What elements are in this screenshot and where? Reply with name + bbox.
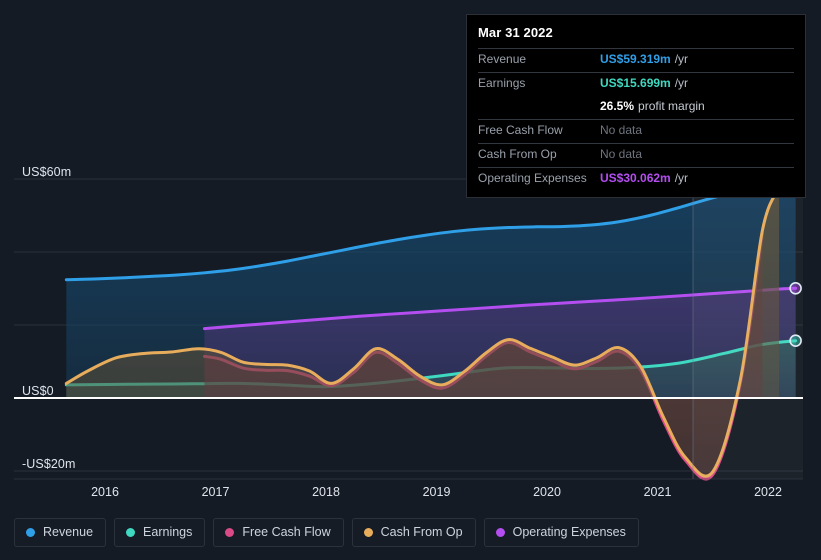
x-axis-label: 2017 bbox=[201, 485, 230, 499]
legend-color-dot-icon bbox=[26, 528, 35, 537]
legend-item-label: Cash From Op bbox=[380, 525, 463, 539]
legend-item-revenue[interactable]: Revenue bbox=[14, 518, 107, 547]
endpoint-dot-operating-expenses[interactable] bbox=[789, 281, 802, 295]
tooltip-rows: Revenue US$59.319m/yr Earnings US$15.699m/y… bbox=[478, 48, 794, 191]
tooltip-row-label: Free Cash Flow bbox=[478, 123, 563, 137]
tooltip-row: Operating Expenses US$30.062m/yr bbox=[478, 167, 794, 191]
chart-legend: Revenue Earnings Free Cash Flow Cash From O… bbox=[14, 518, 639, 547]
legend-item-label: Revenue bbox=[43, 525, 94, 539]
tooltip-row: Revenue US$59.319m/yr bbox=[478, 48, 794, 72]
legend-color-dot-icon bbox=[126, 528, 136, 537]
y-axis-label: -US$20m bbox=[22, 457, 76, 471]
x-axis-label: 2018 bbox=[312, 485, 340, 499]
tooltip-row-value: 26.5% bbox=[600, 99, 635, 113]
x-axis-label: 2022 bbox=[754, 485, 782, 499]
chart-page: US$60m US$0 -US$20m 2016 2017 2018 2019 2020 20… bbox=[0, 0, 821, 560]
legend-item-free-cash-flow[interactable]: Free Cash Flow bbox=[213, 518, 344, 547]
tooltip-row-value: US$15.699m bbox=[600, 76, 671, 90]
series-group bbox=[64, 179, 798, 481]
tooltip-row: Free Cash Flow No data bbox=[478, 119, 794, 143]
tooltip-row-value: US$30.062m bbox=[600, 171, 671, 185]
x-axis-label: 2016 bbox=[91, 485, 119, 499]
tooltip-row-label: Operating Expenses bbox=[478, 171, 587, 185]
tooltip-row-value: No data bbox=[600, 123, 643, 137]
data-tooltip: Mar 31 2022 Revenue US$59.319m/yr Earnings… bbox=[466, 14, 806, 198]
legend-item-operating-expenses[interactable]: Operating Expenses bbox=[483, 518, 639, 547]
tooltip-row-label: Cash From Op bbox=[478, 147, 557, 161]
legend-item-label: Earnings bbox=[143, 525, 193, 539]
tooltip-date: Mar 31 2022 bbox=[478, 25, 553, 40]
tooltip-row-unit: /yr bbox=[674, 52, 689, 66]
legend-color-dot-icon bbox=[225, 528, 235, 537]
x-axis-label: 2021 bbox=[643, 485, 672, 499]
tooltip-row-unit: profit margin bbox=[638, 99, 705, 113]
legend-item-earnings[interactable]: Earnings bbox=[114, 518, 206, 547]
endpoint-dot-earnings[interactable] bbox=[789, 334, 802, 348]
legend-item-label: Operating Expenses bbox=[512, 525, 626, 539]
tooltip-row-label: Revenue bbox=[478, 52, 527, 66]
tooltip-row: Cash From Op No data bbox=[478, 143, 794, 167]
tooltip-row-unit: /yr bbox=[674, 171, 689, 185]
tooltip-row: 26.5% profit margin bbox=[478, 96, 794, 119]
legend-item-label: Free Cash Flow bbox=[242, 525, 331, 539]
tooltip-row: Earnings US$15.699m/yr bbox=[478, 72, 794, 96]
y-axis-label: US$60m bbox=[22, 165, 72, 179]
tooltip-row-value: US$59.319m bbox=[600, 52, 671, 66]
tooltip-row-value: No data bbox=[600, 147, 643, 161]
legend-color-dot-icon bbox=[495, 528, 505, 537]
tooltip-row-unit: /yr bbox=[674, 76, 689, 90]
x-axis-label: 2019 bbox=[422, 485, 451, 499]
tooltip-row-label: Earnings bbox=[478, 76, 526, 90]
highlight-band bbox=[693, 170, 803, 479]
y-axis-label: US$0 bbox=[22, 384, 54, 398]
x-axis-label: 2020 bbox=[533, 485, 561, 499]
legend-item-cash-from-op[interactable]: Cash From Op bbox=[351, 518, 476, 547]
legend-color-dot-icon bbox=[363, 528, 373, 537]
